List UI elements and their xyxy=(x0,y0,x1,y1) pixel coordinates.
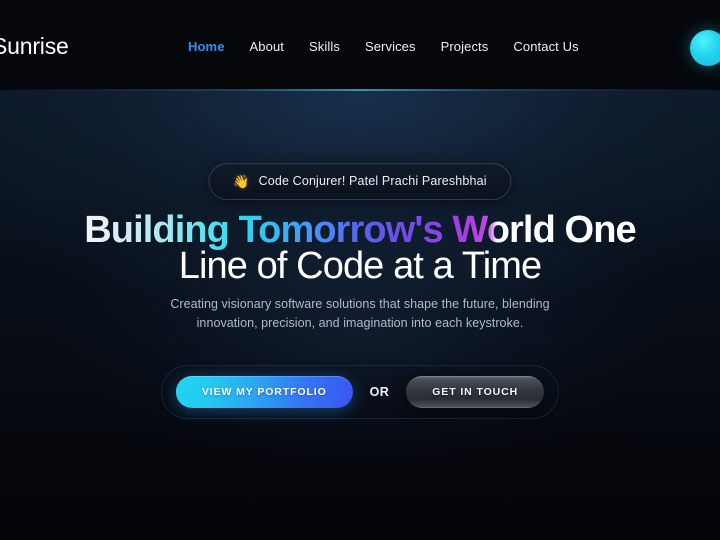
waving-hand-icon: 👋 xyxy=(233,174,250,189)
get-in-touch-button[interactable]: GET IN TOUCH xyxy=(406,376,545,408)
hero-subtitle-line-2: innovation, precision, and imagination i… xyxy=(196,315,524,330)
view-my-portfolio-button[interactable]: VIEW MY PORTFOLIO xyxy=(175,376,353,408)
headline-line-1: Building Tomorrow's World One xyxy=(0,209,720,251)
portfolio-landing-page: 👋 Code Conjurer! Patel Prachi Pareshbhai… xyxy=(0,0,720,540)
intro-badge[interactable]: 👋 Code Conjurer! Patel Prachi Pareshbhai xyxy=(208,163,512,200)
headline-plain-text: One xyxy=(564,209,637,251)
nav-item-projects[interactable]: Projects xyxy=(441,38,489,56)
cta-or-divider-label: OR xyxy=(369,385,390,399)
hero-subtitle: Creating visionary software solutions th… xyxy=(0,295,720,332)
hero-headline: Building Tomorrow's World One Line of Co… xyxy=(0,209,720,287)
cta-button-group: VIEW MY PORTFOLIO OR GET IN TOUCH xyxy=(160,365,560,419)
cyan-orb-decoration xyxy=(690,30,720,66)
nav-item-home[interactable]: Home xyxy=(188,38,225,56)
header-divider xyxy=(0,89,720,91)
intro-badge-label: Code Conjurer! Patel Prachi Pareshbhai xyxy=(258,174,487,188)
nav-item-about[interactable]: About xyxy=(250,38,284,56)
nav-item-services[interactable]: Services xyxy=(365,38,416,56)
hero-subtitle-line-1: Creating visionary software solutions th… xyxy=(170,297,550,311)
nav-item-contact-us[interactable]: Contact Us xyxy=(513,38,578,56)
main-navigation: Home About Skills Services Projects Cont… xyxy=(188,38,579,56)
site-header: Sunrise Home About Skills Services Proje… xyxy=(0,0,720,90)
headline-line-2: Line of Code at a Time xyxy=(178,245,542,287)
header-inner: Sunrise Home About Skills Services Proje… xyxy=(0,0,720,90)
nav-item-skills[interactable]: Skills xyxy=(309,38,340,56)
hero-section: 👋 Code Conjurer! Patel Prachi Pareshbhai… xyxy=(0,90,720,540)
site-logo[interactable]: Sunrise xyxy=(0,33,69,60)
